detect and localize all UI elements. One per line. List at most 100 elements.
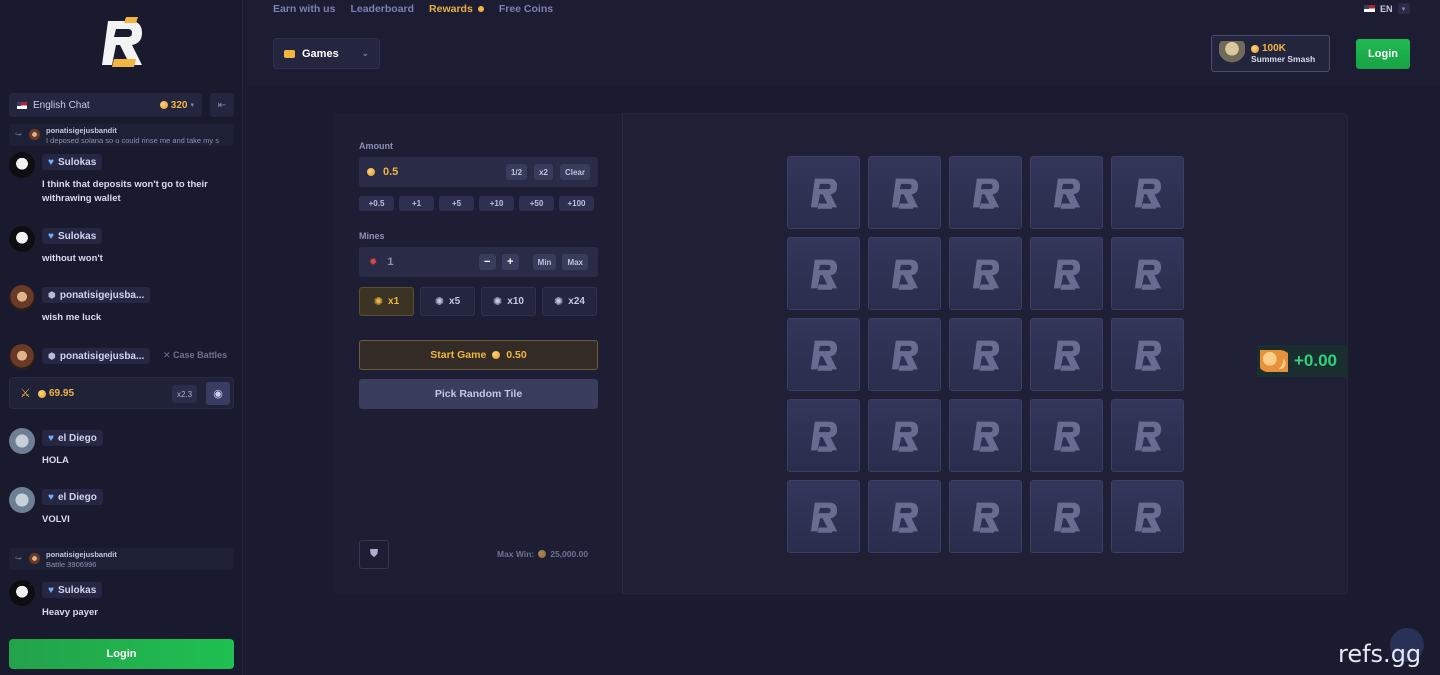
mine-tile[interactable] <box>1030 480 1103 553</box>
chat-username[interactable]: ♥ el Diego <box>42 489 103 505</box>
chevron-down-icon: ▾ <box>190 102 194 109</box>
half-button[interactable]: 1/2 <box>505 164 528 180</box>
mine-tile[interactable] <box>1111 237 1184 310</box>
coin-icon <box>38 389 46 398</box>
chat-username[interactable]: ⬢ ponatisigejusba... <box>42 348 151 364</box>
add-5-button[interactable]: +5 <box>439 196 474 211</box>
mine-tile[interactable] <box>868 318 941 391</box>
mines-input[interactable]: ✹ 1 − + Min Max <box>359 247 598 277</box>
hexagon-icon: ⬢ <box>48 289 56 300</box>
chat-message-text: Heavy payer <box>42 607 98 618</box>
tile-logo-icon <box>810 340 837 371</box>
mine-tile[interactable] <box>949 318 1022 391</box>
collapse-chat-button[interactable]: ⇤ <box>210 93 234 117</box>
avatar[interactable] <box>9 580 35 606</box>
add-100-button[interactable]: +100 <box>559 196 594 211</box>
pick-random-tile-button[interactable]: Pick Random Tile <box>359 379 598 409</box>
view-battle-button[interactable]: ◉ <box>206 382 230 405</box>
gear-icon: ✺ <box>554 296 564 308</box>
chat-reply-ref[interactable]: ↪ ponatisigejusbandit Battle 3906996 <box>9 548 234 570</box>
mine-tile[interactable] <box>1111 318 1184 391</box>
reply-arrow-icon: ↪ <box>15 130 22 139</box>
amount-input[interactable]: 0.5 1/2 x2 Clear <box>359 157 598 187</box>
preset-label: x5 <box>449 296 461 307</box>
double-button[interactable]: x2 <box>534 164 553 180</box>
mine-tile[interactable] <box>868 237 941 310</box>
mine-tile[interactable] <box>949 156 1022 229</box>
watermark: refs.gg <box>1338 640 1422 668</box>
mine-tile[interactable] <box>1030 237 1103 310</box>
preset-x10-button[interactable]: ✺ x10 <box>481 287 536 316</box>
mine-tile[interactable] <box>868 399 941 472</box>
mine-tile[interactable] <box>787 156 860 229</box>
mine-tile[interactable] <box>1111 399 1184 472</box>
mine-tile[interactable] <box>949 399 1022 472</box>
sidebar-login-button[interactable]: Login <box>9 639 234 669</box>
chat-username[interactable]: ♥ el Diego <box>42 430 103 446</box>
provably-fair-button[interactable]: ⛊ <box>359 540 389 569</box>
mine-tile[interactable] <box>787 237 860 310</box>
tile-logo-icon <box>810 259 837 290</box>
mine-tile[interactable] <box>1111 156 1184 229</box>
nav-earn[interactable]: Earn with us <box>273 3 335 15</box>
battle-share-card[interactable]: ⚔ 69.95 x2.3 ◉ <box>9 377 234 409</box>
avatar[interactable] <box>9 487 35 513</box>
mines-max-button[interactable]: Max <box>562 254 588 270</box>
tile-logo-icon <box>891 178 918 209</box>
nav-rewards[interactable]: Rewards <box>429 3 484 15</box>
max-win-info: Max Win: 25,000.00 <box>497 549 588 559</box>
login-button[interactable]: Login <box>1356 39 1410 69</box>
amount-value[interactable]: 0.5 <box>383 166 398 178</box>
preset-x5-button[interactable]: ✺ x5 <box>420 287 475 316</box>
add-1-button[interactable]: +1 <box>399 196 434 211</box>
chat-username[interactable]: ♥ Sulokas <box>42 154 103 170</box>
avatar[interactable] <box>9 152 35 178</box>
add-0.5-button[interactable]: +0.5 <box>359 196 394 211</box>
chat-username[interactable]: ♥ Sulokas <box>42 582 103 598</box>
mine-tile[interactable] <box>868 156 941 229</box>
chat-room-selector[interactable]: English Chat 320 ▾ <box>9 93 202 117</box>
mines-value[interactable]: 1 <box>387 256 393 268</box>
language-selector[interactable]: EN ▾ <box>1364 3 1410 14</box>
mine-tile[interactable] <box>1030 318 1103 391</box>
mine-tile[interactable] <box>868 480 941 553</box>
sidebar: English Chat 320 ▾ ⇤ ↪ ponatisigejusband… <box>0 0 243 675</box>
mine-tile[interactable] <box>787 318 860 391</box>
eye-icon: ◉ <box>213 388 223 400</box>
chat-reply-ref[interactable]: ↪ ponatisigejusbandit I deposed solana s… <box>9 124 234 146</box>
mine-tile[interactable] <box>949 237 1022 310</box>
avatar[interactable] <box>9 344 35 370</box>
avatar[interactable] <box>9 285 35 311</box>
avatar[interactable] <box>9 226 35 252</box>
site-logo[interactable] <box>0 0 243 86</box>
preset-x1-button[interactable]: ✺ x1 <box>359 287 414 316</box>
preset-x24-button[interactable]: ✺ x24 <box>542 287 597 316</box>
tile-logo-icon <box>1134 340 1161 371</box>
add-10-button[interactable]: +10 <box>479 196 514 211</box>
mine-tile[interactable] <box>787 480 860 553</box>
chat-username[interactable]: ⬢ ponatisigejusba... <box>42 287 151 303</box>
coin-icon <box>538 550 547 558</box>
mines-increment-button[interactable]: + <box>501 254 519 270</box>
tile-logo-icon <box>972 178 999 209</box>
games-dropdown[interactable]: Games ⌄ <box>273 38 380 69</box>
coin-icon <box>1251 44 1259 53</box>
add-50-button[interactable]: +50 <box>519 196 554 211</box>
summer-smash-promo[interactable]: 100K Summer Smash <box>1211 35 1330 72</box>
quick-add-row: +0.5 +1 +5 +10 +50 +100 <box>359 196 594 211</box>
chat-username[interactable]: ♥ Sulokas <box>42 228 103 244</box>
mine-tile[interactable] <box>787 399 860 472</box>
mine-tile[interactable] <box>1030 156 1103 229</box>
start-game-button[interactable]: Start Game 0.50 <box>359 340 598 370</box>
mine-tile[interactable] <box>949 480 1022 553</box>
mine-tile[interactable] <box>1030 399 1103 472</box>
language-label: EN <box>1380 3 1393 14</box>
avatar[interactable] <box>9 428 35 454</box>
nav-free-coins[interactable]: Free Coins <box>499 3 553 15</box>
clear-button[interactable]: Clear <box>559 164 590 180</box>
nav-leaderboard[interactable]: Leaderboard <box>350 3 414 15</box>
mine-tile[interactable] <box>1111 480 1184 553</box>
hexagon-icon: ⬢ <box>48 350 56 361</box>
mines-decrement-button[interactable]: − <box>478 254 496 270</box>
mines-min-button[interactable]: Min <box>532 254 557 270</box>
